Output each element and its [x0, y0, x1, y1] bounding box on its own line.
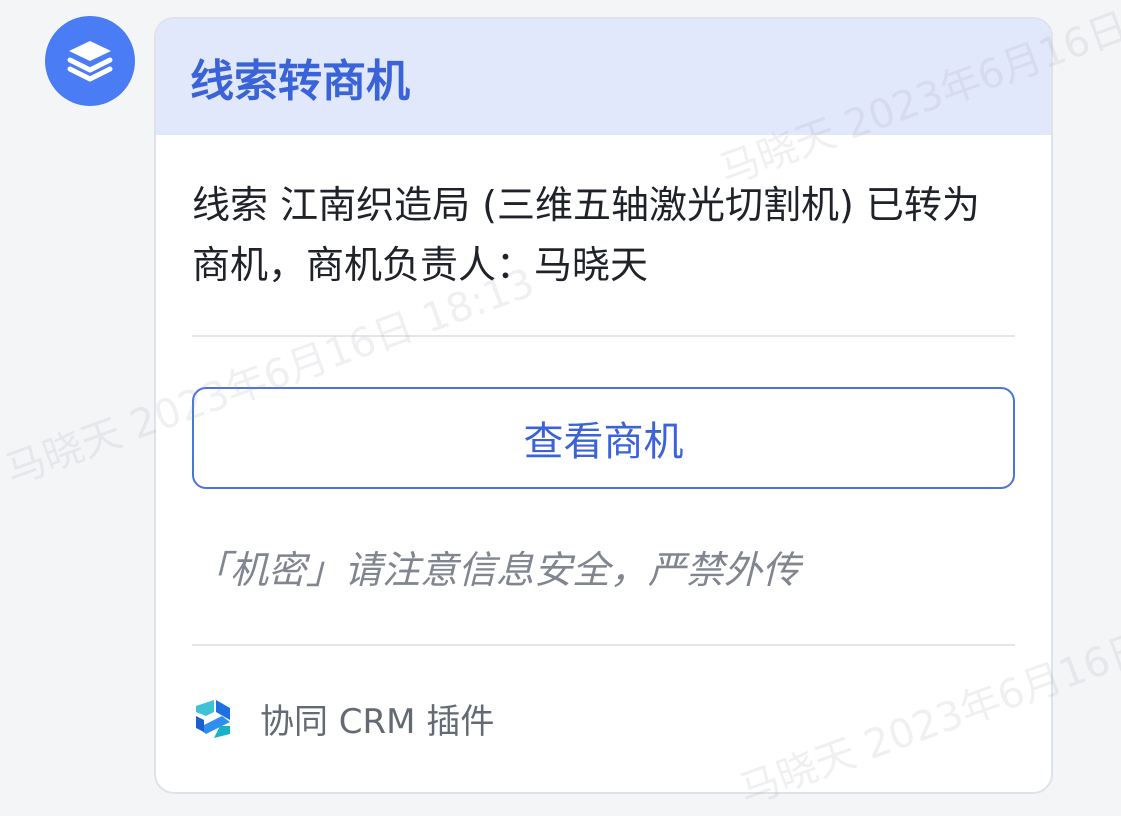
card-title: 线索转商机	[190, 56, 410, 107]
message-card: 线索转商机 线索 江南织造局 (三维五轴激光切割机) 已转为商机，商机负责人：马…	[154, 17, 1053, 794]
card-message: 线索 江南织造局 (三维五轴激光切割机) 已转为商机，商机负责人：马晓天	[192, 183, 980, 287]
confidential-notice: 「机密」请注意信息安全，严禁外传	[192, 548, 801, 592]
card-body: 线索 江南织造局 (三维五轴激光切割机) 已转为商机，商机负责人：马晓天 查看商…	[156, 175, 1051, 743]
crm-plugin-logo	[196, 699, 230, 738]
divider	[192, 335, 1015, 337]
card-footer: 协同 CRM 插件	[192, 694, 1015, 743]
card-header: 线索转商机	[156, 19, 1051, 135]
bot-avatar[interactable]	[45, 16, 135, 106]
view-opportunity-button[interactable]: 查看商机	[192, 387, 1015, 489]
plugin-label: 协同 CRM 插件	[260, 702, 495, 742]
layers-icon	[67, 41, 113, 82]
divider	[192, 644, 1015, 646]
